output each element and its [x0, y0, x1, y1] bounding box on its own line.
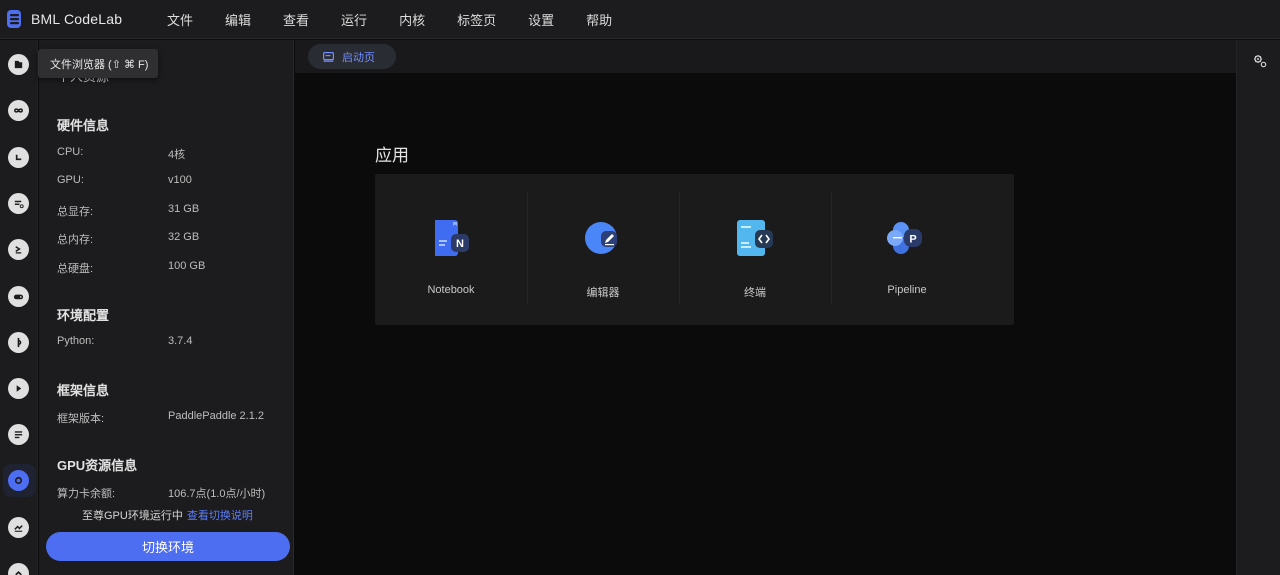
notebook-icon: N [435, 220, 469, 256]
switch-help-link[interactable]: 查看切换说明 [187, 510, 253, 522]
main-area: 启动页 应用 N Notebook 编辑器 终端 P Pipeline [295, 40, 1236, 575]
app-launcher: N Notebook 编辑器 终端 P Pipeline [375, 174, 1014, 325]
menu-kernel[interactable]: 内核 [399, 10, 425, 29]
framework-version-key: 框架版本: [57, 413, 105, 425]
terminal-app-icon [737, 220, 773, 256]
app-card-editor[interactable]: 编辑器 [527, 174, 679, 325]
framework-section-title: 框架信息 [57, 383, 110, 398]
codelab-logo-icon [7, 10, 21, 28]
resource-panel: 个人资源 硬件信息 CPU: 4核 GPU: v100 总显存: 31 GB 总… [39, 40, 294, 575]
balance-key: 算力卡余额: [57, 488, 116, 500]
app-label-terminal: 终端 [744, 287, 766, 299]
menu-settings[interactable]: 设置 [528, 10, 554, 29]
python-key: Python: [57, 335, 95, 347]
file-browser-tooltip: 文件浏览器 (⇧ ⌘ F) [38, 49, 158, 78]
tab-launcher[interactable]: 启动页 [308, 44, 396, 69]
apps-heading: 应用 [375, 146, 409, 165]
disk-key: 总硬盘: [57, 263, 94, 275]
switch-env-button[interactable]: 切换环境 [46, 532, 290, 561]
app-card-notebook[interactable]: N Notebook [375, 174, 527, 325]
hardware-section-title: 硬件信息 [57, 118, 110, 133]
framework-version-value: PaddlePaddle 2.1.2 [168, 410, 265, 422]
vram-key: 总显存: [57, 206, 94, 218]
cpu-value: 4核 [168, 149, 186, 161]
env-status-note: 至尊GPU环境运行中 查看切换说明 [82, 507, 253, 523]
gamepad-icon[interactable] [8, 286, 29, 307]
gpu-section-title: GPU资源信息 [57, 458, 138, 473]
app-label-pipeline: Pipeline [887, 284, 927, 296]
tab-label: 启动页 [342, 51, 375, 64]
cpu-key: CPU: [57, 146, 84, 158]
menu-edit[interactable]: 编辑 [225, 10, 251, 29]
vram-value: 31 GB [168, 203, 200, 215]
activity-rail [0, 40, 38, 575]
menu-tabs[interactable]: 标签页 [457, 10, 496, 29]
top-menu-bar: BML CodeLab 文件 编辑 查看 运行 内核 标签页 设置 帮助 [0, 0, 1280, 39]
env-status-text: 至尊GPU环境运行中 [82, 510, 183, 522]
gpu-key: GPU: [57, 174, 84, 186]
menu-file[interactable]: 文件 [167, 10, 193, 29]
clock-icon[interactable] [8, 147, 29, 168]
app-card-pipeline[interactable]: P Pipeline [831, 174, 983, 325]
settings-gear-icon[interactable] [1253, 54, 1267, 68]
disk-value: 100 GB [168, 260, 206, 272]
menu-run[interactable]: 运行 [341, 10, 367, 29]
svg-text:N: N [456, 238, 464, 250]
app-label-notebook: Notebook [427, 284, 475, 296]
launcher-tab-icon [323, 51, 334, 62]
menu-help[interactable]: 帮助 [586, 10, 612, 29]
app-title: BML CodeLab [31, 11, 123, 27]
play-icon[interactable] [8, 378, 29, 399]
right-rail [1236, 40, 1280, 575]
menu-view[interactable]: 查看 [283, 10, 309, 29]
tab-bar: 启动页 [295, 40, 1236, 73]
git-icon[interactable] [8, 332, 29, 353]
balance-value: 106.7点(1.0点/小时) [168, 488, 266, 500]
env-section-title: 环境配置 [57, 308, 110, 323]
brand: BML CodeLab [6, 8, 122, 30]
infinity-icon[interactable] [8, 100, 29, 121]
main-menu: 文件 编辑 查看 运行 内核 标签页 设置 帮助 [167, 0, 644, 39]
python-value: 3.7.4 [168, 335, 193, 347]
gpu-value: v100 [168, 174, 192, 186]
chart-icon[interactable] [8, 517, 29, 538]
memory-value: 32 GB [168, 231, 200, 243]
svg-text:P: P [909, 234, 916, 246]
memory-key: 总内存: [57, 234, 94, 246]
chevron-up-icon[interactable] [8, 563, 29, 575]
app-card-terminal[interactable]: 终端 [679, 174, 831, 325]
document-icon[interactable] [8, 424, 29, 445]
editor-icon [585, 222, 617, 254]
app-label-editor: 编辑器 [586, 287, 620, 299]
terminal-icon[interactable] [8, 239, 29, 260]
file-browser-icon[interactable] [8, 54, 29, 75]
database-icon[interactable] [8, 193, 29, 214]
resource-icon[interactable] [8, 470, 29, 491]
pipeline-icon: P [887, 222, 922, 254]
